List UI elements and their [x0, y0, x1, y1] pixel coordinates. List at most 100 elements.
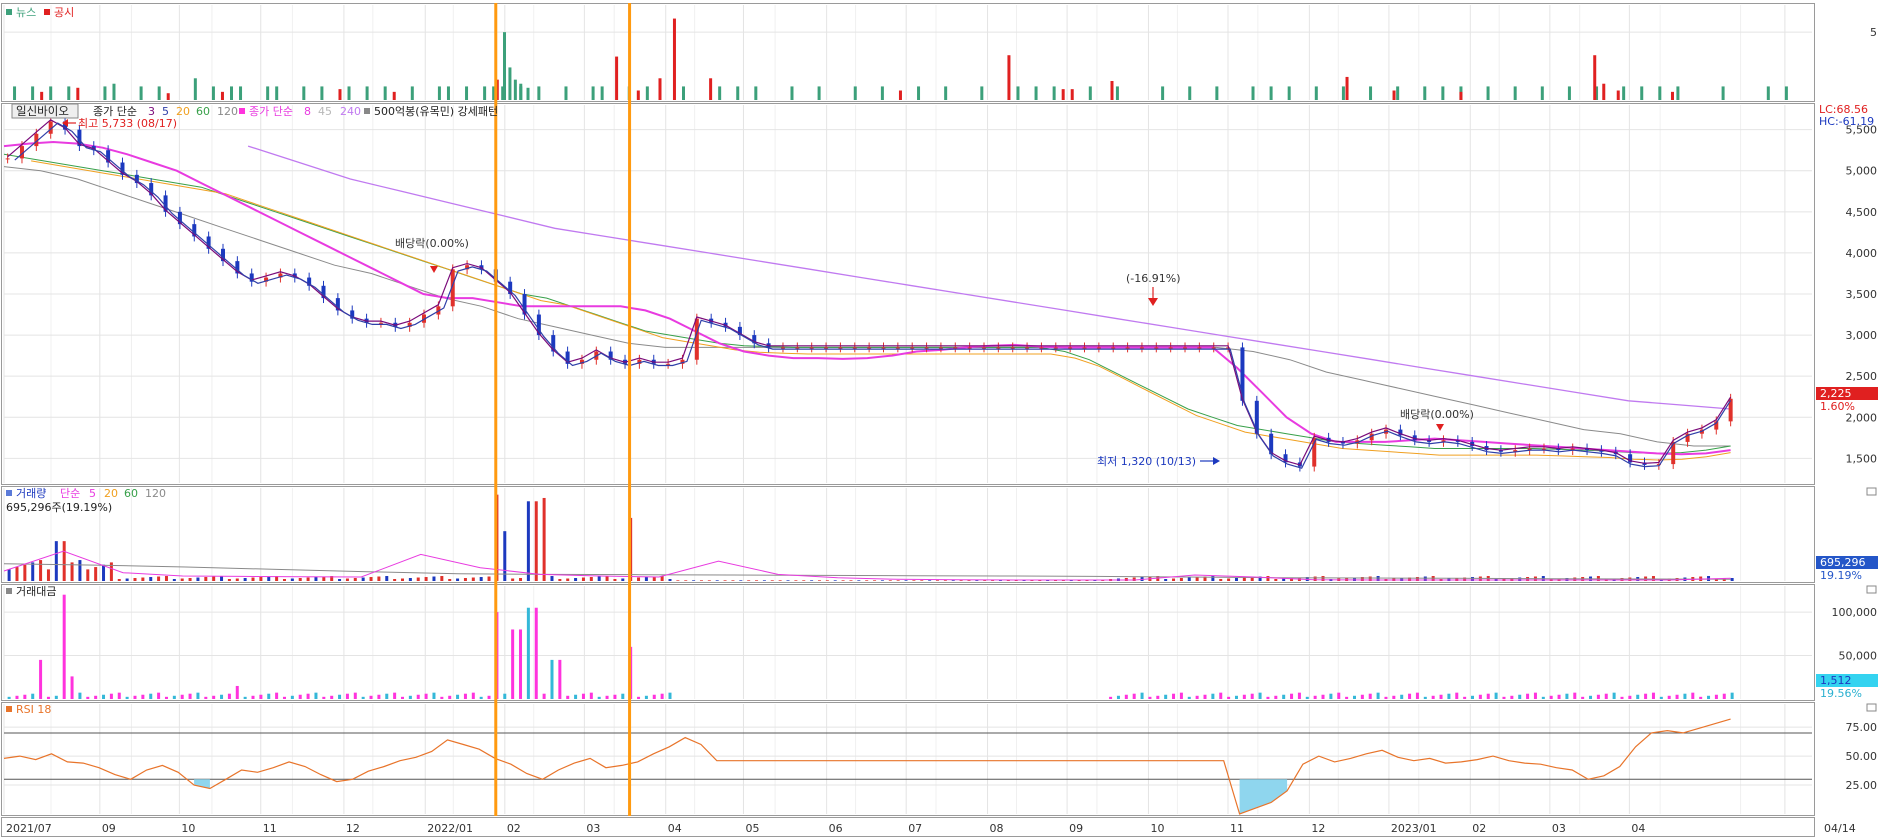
volume-bar — [432, 576, 436, 581]
volume-bar — [1234, 578, 1238, 581]
amount-bar — [1683, 693, 1687, 699]
volume-collapse-button[interactable] — [1866, 487, 1877, 496]
volume-bar — [479, 577, 483, 581]
disclosure-legend-label[interactable]: 공시 — [54, 6, 74, 19]
volume-bar — [204, 577, 208, 581]
amount-bar — [1360, 694, 1364, 699]
amount-bar — [1187, 696, 1191, 699]
news-bar — [917, 86, 921, 100]
volume-bar — [951, 580, 955, 581]
news-bar — [1269, 86, 1273, 100]
ma20-label[interactable]: 20 — [176, 105, 190, 118]
amount-bar — [1714, 694, 1718, 699]
ma120-label[interactable]: 120 — [217, 105, 238, 118]
amount-bar — [566, 695, 570, 699]
volume-bar — [581, 577, 585, 581]
volume-ma60-label[interactable]: 60 — [124, 487, 138, 500]
amount-bar — [235, 685, 239, 699]
ma-label-2[interactable]: 종가 단순 — [249, 105, 293, 118]
news-legend-label[interactable]: 뉴스 — [16, 6, 36, 19]
volume-bar — [817, 580, 821, 581]
news-bar — [503, 32, 507, 101]
volume-bar — [613, 579, 617, 581]
volume-panel-frame — [1, 486, 1815, 583]
amount-bar — [188, 693, 192, 699]
amount-bar — [1651, 692, 1655, 699]
rsi-legend: RSI 18 — [6, 703, 51, 716]
news-legend-swatch — [6, 9, 12, 15]
news-bar — [139, 86, 143, 100]
amount-bar — [1667, 695, 1671, 699]
news-bar — [13, 86, 17, 100]
volume-ma120-label[interactable]: 120 — [145, 487, 166, 500]
amount-bar — [204, 696, 208, 699]
news-bar — [112, 83, 116, 100]
ma45-label[interactable]: 45 — [318, 105, 332, 118]
volume-ma5-label[interactable]: 5 — [89, 487, 96, 500]
candle-body — [1025, 347, 1030, 349]
volume-bar — [739, 580, 743, 581]
rsi-collapse-button[interactable] — [1866, 703, 1877, 712]
y-tick-label: 1,500 — [1846, 452, 1878, 465]
candle-body — [996, 347, 1001, 349]
amount-bar — [1164, 694, 1168, 699]
amount-bar — [54, 695, 58, 699]
news-bar — [1016, 86, 1020, 100]
rsi-title[interactable]: RSI 18 — [16, 703, 51, 716]
amount-bar — [259, 694, 263, 699]
y-tick-label: 25.00 — [1846, 779, 1878, 792]
candle-body — [666, 363, 671, 365]
amount-bar — [282, 696, 286, 699]
news-bar — [1784, 86, 1788, 100]
volume-ma-label[interactable]: 단순 — [60, 487, 80, 500]
volume-title[interactable]: 거래량 — [16, 487, 46, 500]
volume-bar — [574, 578, 578, 581]
volume-bar — [692, 580, 696, 581]
amount-bar — [1722, 693, 1726, 699]
volume-bar — [227, 579, 231, 581]
rsi-panel-frame — [1, 702, 1815, 816]
amount-title[interactable]: 거래대금 — [16, 585, 56, 598]
news-bar — [1658, 86, 1662, 100]
amount-bar — [15, 695, 19, 699]
candle-body — [795, 347, 800, 349]
volume-bar — [267, 576, 271, 581]
ma120-line — [3, 166, 1731, 447]
news-bar — [1423, 86, 1427, 100]
candle-body — [895, 347, 900, 349]
ma8-label[interactable]: 8 — [304, 105, 311, 118]
news-bar — [266, 86, 270, 100]
disclosure-bar — [338, 89, 342, 100]
candle-body — [967, 347, 972, 349]
amount-bar — [1242, 694, 1246, 699]
ma60-label[interactable]: 60 — [196, 105, 210, 118]
event-lines — [494, 3, 632, 816]
volume-series — [3, 494, 1734, 581]
amount-bar — [1116, 695, 1120, 699]
news-bar — [211, 86, 215, 100]
volume-bar — [526, 501, 530, 581]
dividend-2-marker — [1436, 424, 1444, 431]
volume-bar — [605, 576, 609, 581]
amount-bar — [1392, 695, 1396, 699]
y-tick-label: 50,000 — [1839, 650, 1878, 663]
stock-name[interactable]: 일신바이오 — [16, 104, 69, 118]
pattern-label[interactable]: 500억봉(유목민) 강세패턴 — [374, 105, 498, 118]
volume-bar — [542, 497, 546, 581]
candle-body — [1197, 347, 1202, 349]
candle-body — [953, 347, 958, 349]
amount-collapse-button[interactable] — [1866, 585, 1877, 594]
amount-bar — [479, 696, 483, 699]
amount-bar — [660, 693, 664, 699]
amount-bar — [1415, 692, 1419, 699]
volume-bar — [928, 580, 932, 581]
amount-bar — [424, 693, 428, 699]
news-bar — [1088, 86, 1092, 100]
disclosure-bar — [1007, 55, 1011, 100]
news-bar — [410, 86, 414, 100]
ma240-label[interactable]: 240 — [340, 105, 361, 118]
amount-bar — [267, 693, 271, 699]
volume-ma20-label[interactable]: 20 — [104, 487, 118, 500]
amount-bar — [1376, 692, 1380, 699]
amount-bar — [353, 692, 357, 699]
